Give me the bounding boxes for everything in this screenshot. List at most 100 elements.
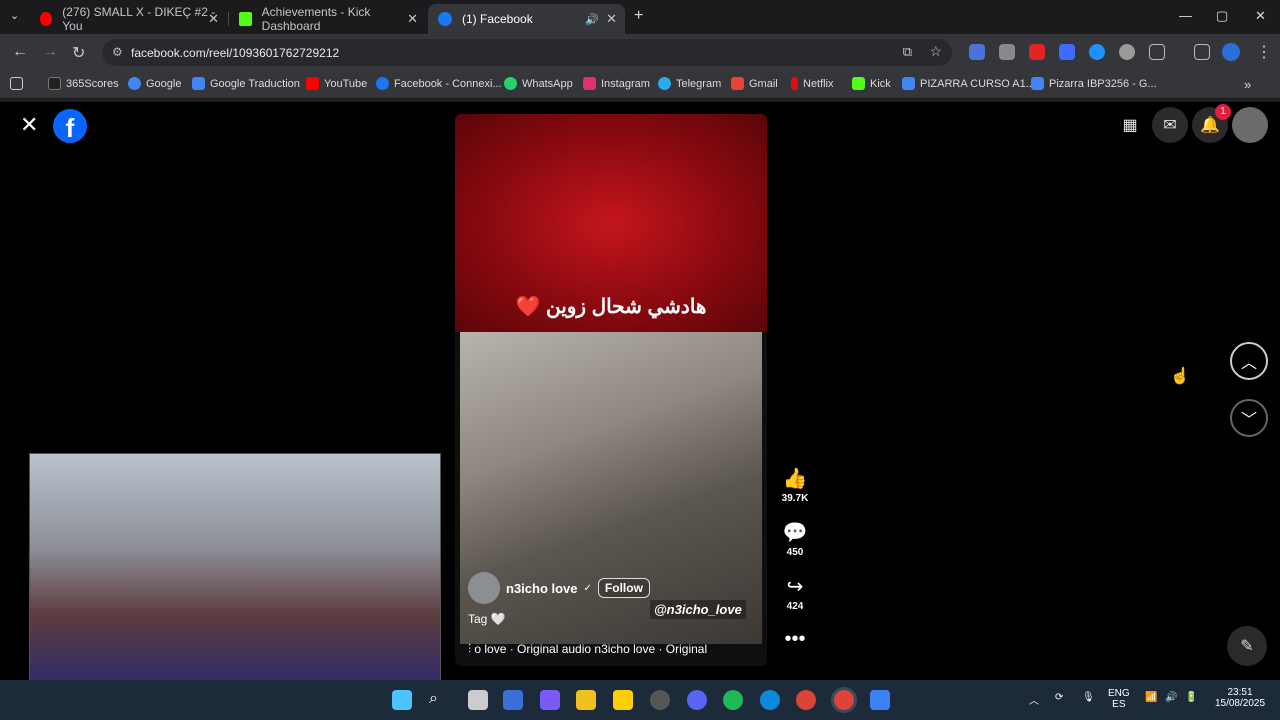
url-text: facebook.com/reel/1093601762729212	[131, 46, 340, 60]
task-view-icon[interactable]	[468, 690, 488, 710]
minimize-button[interactable]: —	[1179, 8, 1192, 23]
facebook-logo[interactable]: f	[53, 109, 87, 143]
profile-avatar[interactable]	[1222, 43, 1240, 61]
bookmark-gmail[interactable]: Gmail	[731, 77, 778, 90]
speaker-icon[interactable]: 🔊	[585, 13, 599, 26]
microphone-icon[interactable]: 🎙	[1082, 692, 1095, 703]
webcam-overlay	[29, 453, 441, 687]
settings-icon[interactable]	[650, 690, 670, 710]
camera-extension-icon[interactable]	[999, 44, 1015, 60]
bookmark-kick[interactable]: Kick	[852, 77, 891, 90]
menu-grid-icon[interactable]: ▦	[1112, 107, 1148, 143]
edit-icon: ✎	[1240, 638, 1254, 655]
tab-search-icon[interactable]: ⌄	[10, 9, 19, 22]
copilot-icon[interactable]	[540, 690, 560, 710]
comment-count: 450	[786, 547, 804, 558]
bookmark-facebook[interactable]: Facebook - Connexi...	[376, 77, 502, 90]
youtube-icon	[40, 12, 53, 26]
comment-button[interactable]: 💬 450	[775, 520, 815, 558]
menu-icon[interactable]: ⋮	[1256, 42, 1272, 62]
bookmark-netflix[interactable]: Netflix	[791, 77, 834, 90]
tab-facebook[interactable]: (1) Facebook 🔊 ✕	[428, 4, 625, 34]
follow-button[interactable]: Follow	[597, 578, 650, 598]
bookmark-365scores[interactable]: 365Scores	[48, 77, 119, 90]
volume-icon[interactable]: 🔊	[1165, 692, 1177, 703]
more-bookmarks-icon[interactable]: »	[1244, 77, 1251, 92]
messenger-icon[interactable]: ✉	[1152, 107, 1188, 143]
author-name[interactable]: n3icho love	[506, 581, 578, 596]
store-icon[interactable]	[503, 690, 523, 710]
audio-extension-icon[interactable]	[1059, 44, 1075, 60]
close-icon[interactable]: ✕	[407, 11, 418, 27]
compose-button[interactable]: ✎	[1227, 626, 1267, 666]
site-settings-icon[interactable]: ⚙	[112, 45, 123, 59]
battery-icon[interactable]: 🔋	[1185, 692, 1197, 703]
red-extension-icon[interactable]	[1029, 44, 1045, 60]
bookmark-pizarra-ibp[interactable]: Pizarra IBP3256 - G...	[1031, 77, 1157, 90]
sync-icon[interactable]: ⟳	[1055, 692, 1063, 703]
bookmark-pizarra-curso[interactable]: PIZARRA CURSO A1...	[902, 77, 1035, 90]
tab-title: Achievements - Kick Dashboard	[261, 5, 371, 33]
bookmark-google-traduction[interactable]: Google Traduction	[192, 77, 300, 90]
more-options-button[interactable]: •••	[775, 628, 815, 651]
tab-title: (276) SMALL X - DIKEÇ #2 - You	[62, 5, 216, 33]
next-reel-button[interactable]: ﹀	[1230, 399, 1268, 437]
reel-audio-ticker[interactable]: ⫶ o love · Original audio n3icho love · …	[468, 642, 707, 657]
netflix-icon	[791, 77, 798, 90]
account-avatar[interactable]	[1232, 107, 1268, 143]
bookmark-star-icon[interactable]: ☆	[929, 43, 942, 60]
language-indicator[interactable]: ENG ES	[1108, 688, 1130, 710]
address-bar[interactable]: ⚙ facebook.com/reel/1093601762729212 ⧉ ☆	[102, 39, 952, 66]
close-window-button[interactable]: ✕	[1255, 8, 1266, 24]
previous-reel-button[interactable]: ︿	[1230, 342, 1268, 380]
reel-video-player[interactable]: هادشي شحال زوين ❤️ n3icho love ✓ Follow …	[455, 114, 767, 666]
google-icon	[128, 77, 141, 90]
chrome-active-icon[interactable]	[834, 690, 854, 710]
discord-icon[interactable]	[687, 690, 707, 710]
bookmarks-bar: 365Scores Google Google Traduction YouTu…	[0, 70, 1280, 98]
forward-icon[interactable]: →	[42, 43, 58, 61]
sticky-notes-icon[interactable]	[613, 690, 633, 710]
365scores-icon	[48, 77, 61, 90]
clock[interactable]: 23:51 15/08/2025	[1210, 687, 1270, 709]
bookmark-telegram[interactable]: Telegram	[658, 77, 721, 90]
start-icon[interactable]	[392, 690, 412, 710]
new-tab-button[interactable]: +	[634, 7, 643, 25]
apps-grid-icon[interactable]	[10, 77, 28, 90]
translate-extension-icon[interactable]	[969, 44, 985, 60]
close-icon[interactable]: ✕	[20, 112, 38, 138]
bookmark-instagram[interactable]: Instagram	[583, 77, 650, 90]
telegram-icon	[658, 77, 671, 90]
close-icon[interactable]: ✕	[606, 11, 617, 27]
app-icon[interactable]	[870, 690, 890, 710]
chrome-icon[interactable]	[796, 690, 816, 710]
author-avatar[interactable]	[468, 572, 500, 604]
install-icon[interactable]: ⧉	[903, 44, 912, 60]
maximize-button[interactable]: ▢	[1216, 8, 1228, 24]
back-icon[interactable]: ←	[12, 43, 28, 61]
tray-chevron-icon[interactable]: ︿	[1029, 692, 1039, 707]
bookmark-google[interactable]: Google	[128, 77, 181, 90]
close-icon[interactable]: ✕	[208, 11, 219, 27]
like-button[interactable]: 👍 39.7K	[775, 466, 815, 504]
file-explorer-icon[interactable]	[576, 690, 596, 710]
edge-icon[interactable]	[760, 690, 780, 710]
gmail-icon	[731, 77, 744, 90]
media-controls-icon[interactable]	[1194, 44, 1210, 60]
browser-chrome: ⌄ (276) SMALL X - DIKEÇ #2 - You ✕ Achie…	[0, 0, 1280, 102]
search-icon[interactable]: ⌕	[429, 690, 449, 710]
share-count: 424	[786, 601, 804, 612]
wifi-icon[interactable]: 📶	[1145, 692, 1157, 703]
bookmark-whatsapp[interactable]: WhatsApp	[504, 77, 573, 90]
spotify-icon[interactable]	[723, 690, 743, 710]
comment-icon: 💬	[782, 522, 808, 544]
tab-kick[interactable]: Achievements - Kick Dashboard ✕	[229, 4, 426, 34]
bookmark-youtube[interactable]: YouTube	[306, 77, 367, 90]
hand-cursor-icon: ☝	[1170, 368, 1190, 385]
vpn-extension-icon[interactable]	[1119, 44, 1135, 60]
reload-icon[interactable]: ↻	[72, 43, 85, 63]
tab-youtube[interactable]: (276) SMALL X - DIKEÇ #2 - You ✕	[30, 4, 227, 34]
puzzle-extensions-icon[interactable]	[1149, 44, 1165, 60]
share-button[interactable]: ↪ 424	[775, 574, 815, 612]
shazam-extension-icon[interactable]	[1089, 44, 1105, 60]
